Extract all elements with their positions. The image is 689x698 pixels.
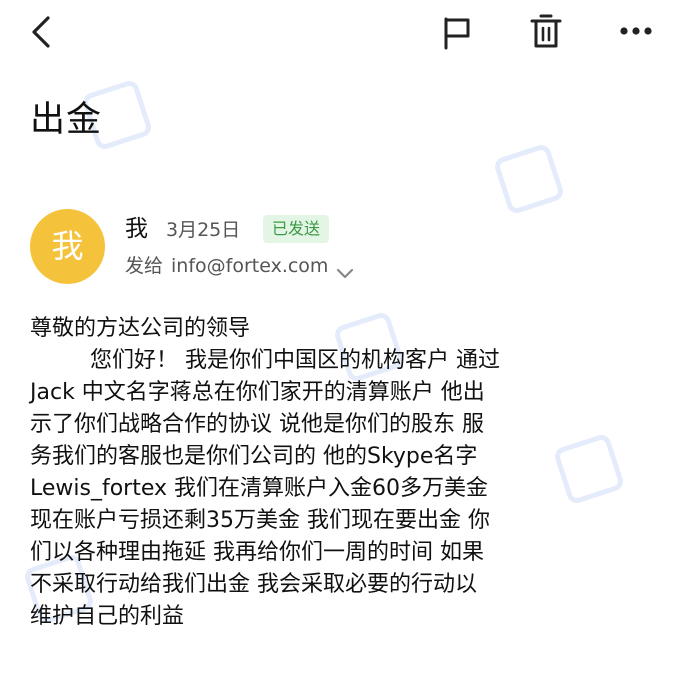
body-line: 示了你们战略合作的协议 说他是你们的股东 服 [30, 412, 484, 437]
flag-icon[interactable] [440, 15, 474, 51]
body-line: 您们好！ 我是你们中国区的机构客户 通过 [90, 348, 500, 373]
recipient-row[interactable]: 发给 info@fortex.com [125, 252, 354, 280]
chevron-left-icon[interactable] [28, 14, 56, 50]
more-horizontal-icon[interactable] [616, 18, 656, 44]
body-line: 维护自己的利益 [30, 604, 185, 629]
email-subject: 出金 [30, 100, 103, 140]
watermark [492, 142, 566, 216]
chevron-down-icon[interactable] [336, 260, 354, 279]
body-line: 务我们的客服也是你们公司的 他的Skype名字 [30, 444, 478, 469]
body-line: 不采取行动给我们出金 我会采取必要的行动以 [30, 572, 477, 597]
body-line: 尊敬的方达公司的领导 [30, 316, 251, 341]
sender-name: 我 [125, 216, 148, 242]
watermark-seal-icon [492, 142, 566, 216]
body-line: Jack 中文名字蒋总在你们家开的清算账户 他出 [30, 380, 485, 405]
status-badge: 已发送 [263, 215, 330, 243]
body-line: 们以各种理由拖延 我再给你们一周的时间 如果 [30, 540, 484, 565]
send-date: 3月25日 [166, 219, 241, 241]
recipient-email: info@fortex.com [171, 255, 329, 277]
body-line: Lewis_fortex 我们在清算账户入金60多万美金 [30, 476, 489, 501]
trash-icon[interactable] [528, 13, 564, 51]
email-body: 尊敬的方达公司的领导 您们好！ 我是你们中国区的机构客户 通过 Jack 中文名… [30, 313, 670, 633]
avatar[interactable]: 我 [30, 209, 105, 284]
body-line: 现在账户亏损还剩35万美金 我们现在要出金 你 [30, 508, 490, 533]
recipient-label: 发给 [125, 255, 164, 277]
